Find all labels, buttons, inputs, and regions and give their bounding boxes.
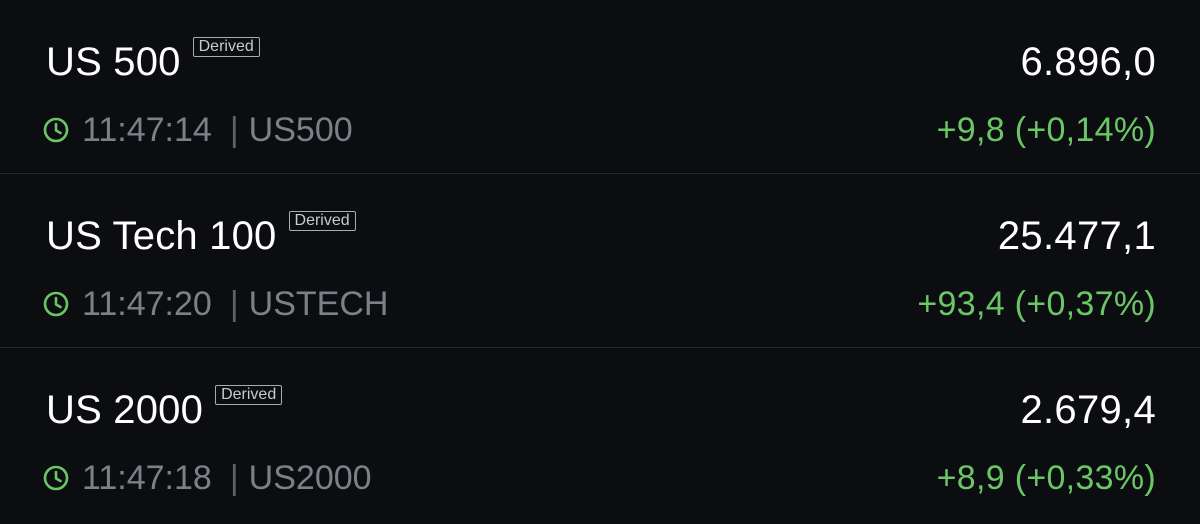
instrument-list: US 500 Derived 6.896,0 11:47:14 | US500 … [0, 0, 1200, 524]
price-change: +93,4 (+0,37%) [917, 285, 1156, 323]
instrument-row-us2000[interactable]: US 2000 Derived 2.679,4 11:47:18 | US200… [0, 348, 1200, 522]
instrument-symbol: US500 [248, 111, 353, 149]
instrument-meta-line: 11:47:14 | US500 [42, 108, 353, 152]
derived-badge: Derived [288, 211, 356, 231]
instrument-name: US 2000 [46, 388, 204, 432]
clock-icon [43, 291, 69, 317]
instrument-name: US 500 [46, 40, 181, 84]
instrument-name: US Tech 100 [46, 214, 277, 258]
meta-separator: | [229, 285, 239, 323]
instrument-name-line: US 2000 Derived [46, 382, 283, 438]
instrument-symbol: USTECH [248, 285, 389, 323]
instrument-price: 6.896,0 [1020, 40, 1156, 84]
meta-separator: | [229, 459, 239, 497]
clock-icon [43, 465, 69, 491]
instrument-name-line: US 500 Derived [46, 34, 260, 90]
instrument-meta-line: 11:47:20 | USTECH [42, 282, 388, 326]
last-update-time: 11:47:20 [82, 285, 212, 323]
instrument-price: 25.477,1 [997, 214, 1156, 258]
derived-badge: Derived [192, 37, 260, 57]
meta-separator: | [229, 111, 239, 149]
instrument-name-line: US Tech 100 Derived [46, 208, 356, 264]
price-change: +9,8 (+0,14%) [936, 111, 1156, 149]
instrument-row-us500[interactable]: US 500 Derived 6.896,0 11:47:14 | US500 … [0, 0, 1200, 174]
clock-icon [43, 117, 69, 143]
instrument-price: 2.679,4 [1020, 388, 1156, 432]
derived-badge: Derived [215, 385, 283, 405]
last-update-time: 11:47:14 [82, 111, 212, 149]
instrument-meta-line: 11:47:18 | US2000 [42, 456, 372, 500]
instrument-row-ustech[interactable]: US Tech 100 Derived 25.477,1 11:47:20 | … [0, 174, 1200, 348]
price-change: +8,9 (+0,33%) [936, 459, 1156, 497]
last-update-time: 11:47:18 [82, 459, 212, 497]
instrument-symbol: US2000 [248, 459, 372, 497]
